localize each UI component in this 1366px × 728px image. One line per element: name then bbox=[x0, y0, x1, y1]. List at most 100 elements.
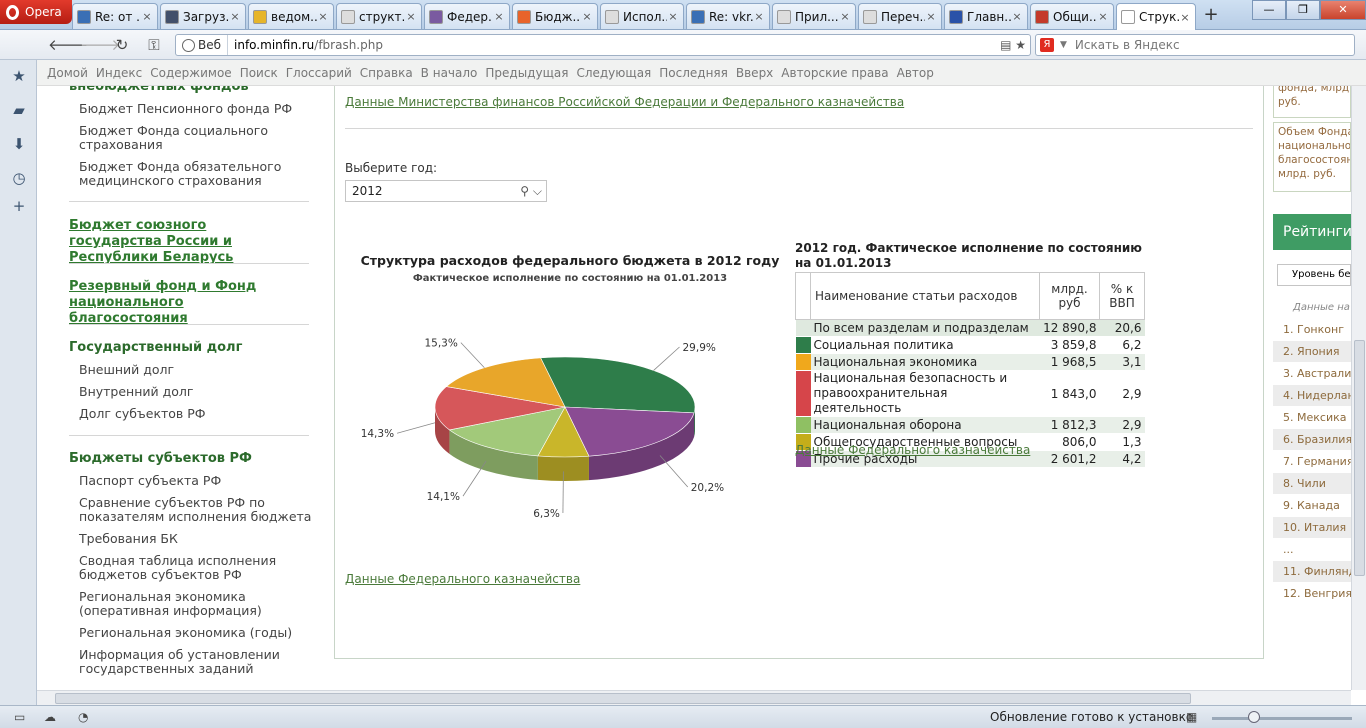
tab-close-icon[interactable]: × bbox=[753, 10, 765, 23]
menu-header-debt[interactable]: Государственный долг bbox=[69, 340, 242, 356]
turbo-icon[interactable]: ◔ bbox=[78, 710, 88, 724]
menu-header-reserve[interactable]: Резервный фонд и Фонд национального благ… bbox=[69, 279, 299, 327]
scroll-thumb[interactable] bbox=[1354, 340, 1365, 576]
minimize-icon[interactable]: — bbox=[1252, 0, 1286, 20]
star-icon[interactable]: ★ bbox=[11, 68, 27, 84]
browser-tab[interactable]: Федер...× bbox=[424, 3, 510, 29]
tab-close-icon[interactable]: × bbox=[839, 10, 851, 23]
menu-item[interactable]: Информация об установлении государственн… bbox=[79, 648, 314, 676]
opera-menu-button[interactable]: Opera bbox=[0, 0, 72, 24]
rating-item[interactable]: 3. Австралия bbox=[1273, 363, 1351, 385]
menu-item[interactable]: Паспорт субъекта РФ bbox=[79, 474, 314, 488]
rating-select[interactable]: Уровень бе bbox=[1277, 264, 1351, 286]
tab-close-icon[interactable]: × bbox=[493, 10, 505, 23]
nav-link[interactable]: Вверх bbox=[736, 66, 773, 80]
menu-header-funds[interactable]: внебюджетных фондов bbox=[69, 86, 249, 95]
browser-tab[interactable]: структ...× bbox=[336, 3, 422, 29]
nav-link[interactable]: Следующая bbox=[576, 66, 651, 80]
rating-item[interactable]: 6. Бразилия bbox=[1273, 429, 1351, 451]
browser-tab[interactable]: Бюдж... × bbox=[512, 3, 598, 29]
browser-tab[interactable]: Общи... × bbox=[1030, 3, 1114, 29]
nav-link[interactable]: Глоссарий bbox=[286, 66, 352, 80]
nav-link[interactable]: Предыдущая bbox=[485, 66, 568, 80]
nav-link[interactable]: Справка bbox=[360, 66, 413, 80]
tab-close-icon[interactable]: × bbox=[141, 10, 153, 23]
tab-close-icon[interactable]: × bbox=[667, 10, 679, 23]
tab-close-icon[interactable]: × bbox=[405, 10, 417, 23]
download-icon[interactable]: ⬇ bbox=[11, 136, 27, 152]
menu-item[interactable]: Бюджет Фонда обязательного медицинского … bbox=[79, 160, 314, 188]
rating-item[interactable]: 10. Италия bbox=[1273, 517, 1351, 539]
nav-link[interactable]: Автор bbox=[897, 66, 934, 80]
rating-item[interactable]: 5. Мексика bbox=[1273, 407, 1351, 429]
tab-close-icon[interactable]: × bbox=[581, 10, 593, 23]
rating-item[interactable]: 12. Венгрия bbox=[1273, 583, 1351, 605]
nav-link[interactable]: Поиск bbox=[240, 66, 278, 80]
tab-close-icon[interactable]: × bbox=[317, 10, 329, 23]
horizontal-scrollbar[interactable] bbox=[37, 690, 1351, 705]
browser-tab[interactable]: Прил... × bbox=[772, 3, 856, 29]
rating-item[interactable]: 7. Германия bbox=[1273, 451, 1351, 473]
search-chevron-icon[interactable]: ⚲ ⌵ bbox=[520, 184, 542, 199]
search-input[interactable]: Искать в Яндекс bbox=[1075, 38, 1180, 52]
menu-item[interactable]: Бюджет Фонда социального страхования bbox=[79, 124, 314, 152]
browser-tab[interactable]: Re: от ...× bbox=[72, 3, 158, 29]
nav-link[interactable]: Содержимое bbox=[150, 66, 231, 80]
browser-tab[interactable]: Загруз...× bbox=[160, 3, 246, 29]
menu-item[interactable]: Требования БК bbox=[79, 532, 314, 546]
menu-item[interactable]: Сравнение субъектов РФ по показателям ис… bbox=[79, 496, 314, 524]
rating-item[interactable]: 8. Чили bbox=[1273, 473, 1351, 495]
nav-link[interactable]: Последняя bbox=[659, 66, 728, 80]
menu-item[interactable]: Долг субъектов РФ bbox=[79, 407, 314, 421]
treasury-bottom-link[interactable]: Данные Федерального казначейства bbox=[345, 572, 580, 586]
tab-close-icon[interactable]: × bbox=[1179, 11, 1191, 24]
tab-close-icon[interactable]: × bbox=[925, 10, 937, 23]
add-panel-icon[interactable]: + bbox=[11, 198, 27, 214]
browser-tab[interactable]: Переч...× bbox=[858, 3, 942, 29]
menu-header-regions[interactable]: Бюджеты субъектов РФ bbox=[69, 451, 252, 467]
tab-close-icon[interactable]: × bbox=[1011, 10, 1023, 23]
nav-link[interactable]: Домой bbox=[47, 66, 88, 80]
zoom-slider[interactable] bbox=[1212, 717, 1352, 720]
rating-item[interactable]: 9. Канада bbox=[1273, 495, 1351, 517]
reload-icon[interactable]: ↻ bbox=[112, 36, 132, 54]
forward-icon[interactable]: 🡒 bbox=[80, 36, 120, 54]
vertical-scrollbar[interactable] bbox=[1351, 86, 1366, 690]
nav-link[interactable]: Индекс bbox=[96, 66, 142, 80]
close-window-icon[interactable]: ✕ bbox=[1320, 0, 1366, 20]
menu-item[interactable]: Бюджет Пенсионного фонда РФ bbox=[79, 102, 314, 116]
panel-toggle-icon[interactable]: ▭ bbox=[14, 710, 25, 724]
address-bar[interactable]: Веб info.minfin.ru/fbrash.php ▤ ★ bbox=[175, 34, 1031, 56]
rating-item[interactable]: 11. Финляндия bbox=[1273, 561, 1351, 583]
browser-tab[interactable]: Главн... × bbox=[944, 3, 1028, 29]
browser-tab[interactable]: Испол...× bbox=[600, 3, 684, 29]
address-url[interactable]: info.minfin.ru/fbrash.php bbox=[228, 38, 383, 52]
nav-link[interactable]: Авторские права bbox=[781, 66, 888, 80]
history-icon[interactable]: ◷ bbox=[11, 170, 27, 186]
rating-item[interactable]: 2. Япония bbox=[1273, 341, 1351, 363]
menu-header-union[interactable]: Бюджет союзного государства России и Рес… bbox=[69, 218, 299, 266]
menu-item[interactable]: Сводная таблица исполнения бюджетов субъ… bbox=[79, 554, 314, 582]
menu-item[interactable]: Внешний долг bbox=[79, 363, 314, 377]
key-icon[interactable]: ⚿ bbox=[142, 36, 166, 54]
treasury-link[interactable]: Данные Федерального казначейства bbox=[795, 443, 1030, 457]
chevron-down-icon[interactable]: ▼ bbox=[1060, 40, 1067, 50]
new-tab-button[interactable]: + bbox=[1198, 4, 1224, 26]
rating-item[interactable]: 4. Нидерланды bbox=[1273, 385, 1351, 407]
menu-item[interactable]: Региональная экономика (годы) bbox=[79, 626, 314, 640]
rss-star-icon[interactable]: ▤ ★ bbox=[1000, 38, 1030, 52]
back-icon[interactable]: 🡐 bbox=[48, 36, 88, 54]
zoom-knob[interactable] bbox=[1248, 711, 1260, 723]
tab-close-icon[interactable]: × bbox=[229, 10, 241, 23]
ministry-data-link[interactable]: Данные Министерства финансов Российской … bbox=[345, 95, 904, 109]
view-icon[interactable]: ▦ bbox=[1186, 710, 1197, 724]
browser-tab[interactable]: ведом... × bbox=[248, 3, 334, 29]
search-box[interactable]: Я ▼ Искать в Яндекс bbox=[1035, 34, 1355, 56]
rating-item[interactable]: 1. Гонконг bbox=[1273, 319, 1351, 341]
notes-icon[interactable]: ▰ bbox=[11, 102, 27, 118]
year-select[interactable]: 2012 ⚲ ⌵ bbox=[345, 180, 547, 202]
nav-link[interactable]: В начало bbox=[421, 66, 478, 80]
tab-close-icon[interactable]: × bbox=[1097, 10, 1109, 23]
scroll-thumb[interactable] bbox=[55, 693, 1191, 704]
menu-item[interactable]: Региональная экономика (оперативная инфо… bbox=[79, 590, 314, 618]
